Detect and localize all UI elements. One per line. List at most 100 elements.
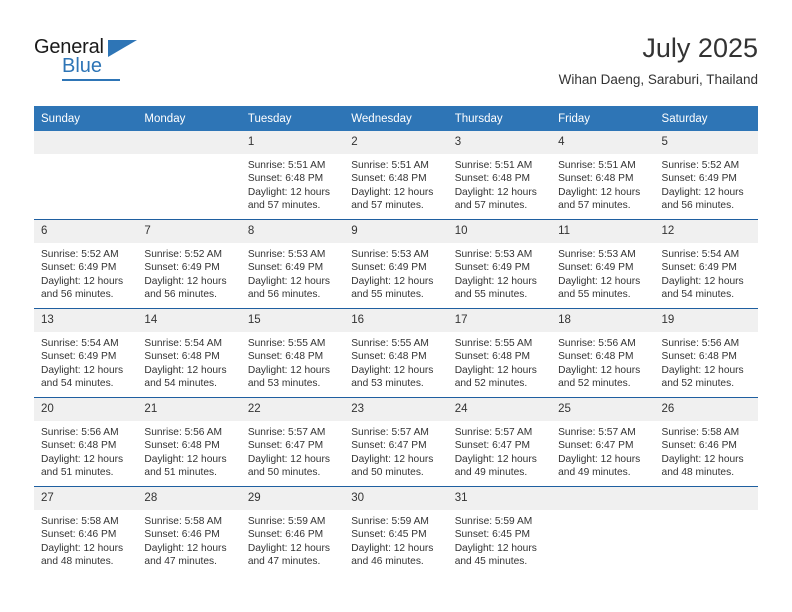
daylight-text: Daylight: 12 hours and 55 minutes. [558,275,641,301]
calendar-day-cell[interactable]: 7 Sunrise: 5:52 AM Sunset: 6:49 PM Daylight… [137,219,241,309]
daylight-text: Daylight: 12 hours and 54 minutes. [661,275,744,301]
sunrise-text: Sunrise: 5:52 AM [41,249,119,260]
calendar-header-row: Sunday Monday Tuesday Wednesday Thursday Frid… [34,106,758,131]
sunset-text: Sunset: 6:49 PM [247,262,324,274]
day-info: Sunrise: 5:53 AM Sunset: 6:49 PM Daylight:… [551,243,654,302]
day-info: Sunrise: 5:57 AM Sunset: 6:47 PM Daylight:… [241,421,344,480]
calendar-day-cell[interactable]: 16 Sunrise: 5:55 AM Sunset: 6:48 PM Dayligh… [344,308,448,398]
sunset-text: Sunset: 6:46 PM [247,529,324,541]
daylight-text: Daylight: 12 hours and 51 minutes. [144,453,227,479]
sunset-text: Sunset: 6:46 PM [41,529,117,541]
calendar-day-cell[interactable]: 26 Sunrise: 5:58 AM Sunset: 6:46 PM Dayligh… [654,397,758,487]
calendar-table: Sunday Monday Tuesday Wednesday Thursday Frid… [34,106,758,575]
daylight-text: Daylight: 12 hours and 50 minutes. [247,453,330,479]
day-number: 7 [137,220,241,243]
sunset-text: Sunset: 6:49 PM [558,262,634,274]
calendar-day-cell[interactable]: 23 Sunrise: 5:57 AM Sunset: 6:47 PM Dayligh… [344,397,448,487]
calendar-day-cell[interactable]: 2 Sunrise: 5:51 AM Sunset: 6:48 PM Daylight… [344,131,448,220]
sunset-text: Sunset: 6:45 PM [351,529,427,541]
sunrise-text: Sunrise: 5:56 AM [558,338,636,349]
weekday-header-wednesday: Wednesday [344,106,448,131]
day-number: 5 [654,131,758,154]
calendar-week-row: 20 Sunrise: 5:56 AM Sunset: 6:48 PM Dayligh… [34,397,758,487]
calendar-day-cell[interactable]: 29 Sunrise: 5:59 AM Sunset: 6:46 PM Dayligh… [240,486,345,575]
sunrise-text: Sunrise: 5:55 AM [247,338,326,349]
day-info: Sunrise: 5:55 AM Sunset: 6:48 PM Daylight:… [344,332,447,391]
day-info: Sunrise: 5:51 AM Sunset: 6:48 PM Daylight:… [241,154,344,213]
day-number: 12 [654,220,758,243]
general-blue-logo[interactable]: General Blue [34,36,149,82]
sunset-text: Sunset: 6:46 PM [144,529,220,541]
daylight-text: Daylight: 12 hours and 47 minutes. [144,542,227,568]
calendar-day-cell[interactable]: 28 Sunrise: 5:58 AM Sunset: 6:46 PM Dayligh… [137,486,241,575]
calendar-day-cell[interactable]: 6 Sunrise: 5:52 AM Sunset: 6:49 PM Daylight… [34,219,138,309]
calendar-day-cell[interactable]: 25 Sunrise: 5:57 AM Sunset: 6:47 PM Dayligh… [551,397,655,487]
day-info: Sunrise: 5:51 AM Sunset: 6:48 PM Daylight:… [344,154,447,213]
sunrise-text: Sunrise: 5:56 AM [41,427,119,438]
sunset-text: Sunset: 6:48 PM [454,173,531,185]
calendar-day-cell[interactable]: 1 Sunrise: 5:51 AM Sunset: 6:48 PM Daylight… [240,131,345,220]
calendar-day-cell[interactable]: 19 Sunrise: 5:56 AM Sunset: 6:48 PM Dayligh… [654,308,758,398]
day-number: 30 [344,487,448,510]
sunset-text: Sunset: 6:49 PM [41,262,117,274]
day-number: 20 [34,398,138,421]
calendar-day-cell[interactable]: 5 Sunrise: 5:52 AM Sunset: 6:49 PM Daylight… [654,131,758,220]
calendar-day-cell[interactable]: 31 Sunrise: 5:59 AM Sunset: 6:45 PM Dayligh… [447,486,552,575]
sunset-text: Sunset: 6:47 PM [351,440,427,452]
day-number: 24 [447,398,552,421]
day-number: 28 [137,487,241,510]
calendar-day-cell[interactable]: 20 Sunrise: 5:56 AM Sunset: 6:48 PM Dayligh… [34,397,138,487]
sunset-text: Sunset: 6:49 PM [351,262,427,274]
calendar-day-cell[interactable]: 22 Sunrise: 5:57 AM Sunset: 6:47 PM Dayligh… [240,397,345,487]
sunset-text: Sunset: 6:48 PM [558,351,634,363]
sunrise-text: Sunrise: 5:59 AM [351,516,429,527]
calendar-day-cell[interactable]: 18 Sunrise: 5:56 AM Sunset: 6:48 PM Dayligh… [551,308,655,398]
calendar-day-cell[interactable]: 21 Sunrise: 5:56 AM Sunset: 6:48 PM Dayligh… [137,397,241,487]
calendar-day-cell[interactable]: 14 Sunrise: 5:54 AM Sunset: 6:48 PM Dayligh… [137,308,241,398]
calendar-day-cell[interactable]: 4 Sunrise: 5:51 AM Sunset: 6:48 PM Daylight… [551,131,655,220]
calendar-day-cell[interactable]: 12 Sunrise: 5:54 AM Sunset: 6:49 PM Dayligh… [654,219,758,309]
daylight-text: Daylight: 12 hours and 56 minutes. [41,275,124,301]
day-number: 31 [447,487,552,510]
day-number [137,131,241,154]
daylight-text: Daylight: 12 hours and 56 minutes. [144,275,227,301]
sunset-text: Sunset: 6:48 PM [454,351,531,363]
calendar-day-cell[interactable]: 30 Sunrise: 5:59 AM Sunset: 6:45 PM Dayligh… [344,486,448,575]
sunset-text: Sunset: 6:45 PM [454,529,531,541]
sunset-text: Sunset: 6:48 PM [144,440,220,452]
day-number: 1 [240,131,345,154]
day-info: Sunrise: 5:59 AM Sunset: 6:46 PM Daylight:… [241,510,344,569]
sunset-text: Sunset: 6:47 PM [558,440,634,452]
day-number: 25 [551,398,655,421]
day-info: Sunrise: 5:55 AM Sunset: 6:48 PM Daylight:… [241,332,344,391]
calendar-day-cell[interactable]: 11 Sunrise: 5:53 AM Sunset: 6:49 PM Dayligh… [551,219,655,309]
sunset-text: Sunset: 6:48 PM [558,173,634,185]
day-info: Sunrise: 5:53 AM Sunset: 6:49 PM Daylight:… [448,243,551,302]
day-number [34,131,138,154]
calendar-day-cell[interactable]: 13 Sunrise: 5:54 AM Sunset: 6:49 PM Dayligh… [34,308,138,398]
calendar-week-row: 6 Sunrise: 5:52 AM Sunset: 6:49 PM Daylight… [34,219,758,309]
day-number: 26 [654,398,758,421]
sunset-text: Sunset: 6:49 PM [661,262,737,274]
daylight-text: Daylight: 12 hours and 57 minutes. [247,186,330,212]
sunrise-text: Sunrise: 5:53 AM [558,249,636,260]
daylight-text: Daylight: 12 hours and 47 minutes. [247,542,330,568]
calendar-day-cell[interactable]: 8 Sunrise: 5:53 AM Sunset: 6:49 PM Daylight… [240,219,345,309]
calendar-day-cell[interactable]: 15 Sunrise: 5:55 AM Sunset: 6:48 PM Dayligh… [240,308,345,398]
day-number: 15 [240,309,345,332]
calendar-day-cell[interactable]: 27 Sunrise: 5:58 AM Sunset: 6:46 PM Dayligh… [34,486,138,575]
calendar-day-cell[interactable]: 3 Sunrise: 5:51 AM Sunset: 6:48 PM Daylight… [447,131,552,220]
day-info: Sunrise: 5:54 AM Sunset: 6:49 PM Daylight:… [34,332,137,391]
calendar-day-cell[interactable]: 9 Sunrise: 5:53 AM Sunset: 6:49 PM Daylight… [344,219,448,309]
calendar-day-cell[interactable]: 17 Sunrise: 5:55 AM Sunset: 6:48 PM Dayligh… [447,308,552,398]
weekday-header-friday: Friday [551,106,655,131]
calendar-day-cell[interactable]: 24 Sunrise: 5:57 AM Sunset: 6:47 PM Dayligh… [447,397,552,487]
calendar-day-cell[interactable]: 10 Sunrise: 5:53 AM Sunset: 6:49 PM Dayligh… [447,219,552,309]
day-number: 16 [344,309,448,332]
sunrise-text: Sunrise: 5:58 AM [144,516,223,527]
day-number: 14 [137,309,241,332]
day-info: Sunrise: 5:55 AM Sunset: 6:48 PM Daylight:… [448,332,551,391]
day-number: 27 [34,487,138,510]
calendar-day-cell-empty [137,131,241,220]
day-number [654,487,758,510]
